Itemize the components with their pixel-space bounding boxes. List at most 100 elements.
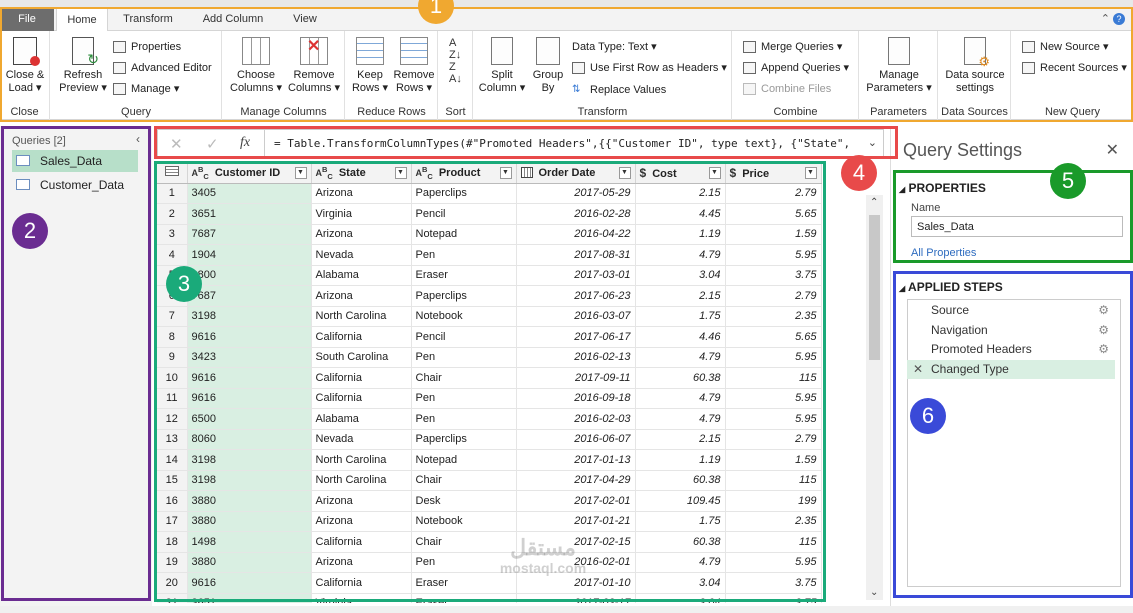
cost-cell[interactable]: 1.19 xyxy=(635,224,726,245)
row-number[interactable]: 9 xyxy=(157,347,188,368)
row-number[interactable]: 18 xyxy=(157,531,188,553)
customer-id-cell[interactable]: 9616 xyxy=(187,326,312,348)
filter-dropdown-icon[interactable]: ▼ xyxy=(708,167,721,179)
order-date-cell[interactable]: 2017-06-23 xyxy=(516,285,636,307)
query-item-customer-data[interactable]: Customer_Data xyxy=(12,174,138,196)
commit-formula-icon[interactable]: ✓ xyxy=(206,135,219,153)
cost-cell[interactable]: 2.15 xyxy=(635,285,726,307)
cost-cell[interactable]: 4.79 xyxy=(635,408,726,430)
customer-id-cell[interactable]: 3880 xyxy=(187,552,312,573)
order-date-cell[interactable]: 2016-04-22 xyxy=(516,224,636,245)
order-date-cell[interactable]: 2016-03-07 xyxy=(516,306,636,327)
order-date-cell[interactable]: 2017-03-17 xyxy=(516,593,636,603)
state-cell[interactable]: North Carolina xyxy=(311,470,412,491)
cost-cell[interactable]: 4.45 xyxy=(635,203,726,225)
state-cell[interactable]: Arizona xyxy=(311,511,412,532)
order-date-cell[interactable]: 2017-01-13 xyxy=(516,449,636,471)
state-cell[interactable]: Arizona xyxy=(311,552,412,573)
state-cell[interactable]: California xyxy=(311,531,412,553)
order-date-cell[interactable]: 2016-09-18 xyxy=(516,388,636,409)
customer-id-cell[interactable]: 7687 xyxy=(187,285,312,307)
new-source-button[interactable]: New Source ▾ xyxy=(1022,39,1109,55)
scroll-down-icon[interactable]: ⌄ xyxy=(870,587,878,598)
state-cell[interactable]: California xyxy=(311,367,412,389)
row-number[interactable]: 20 xyxy=(157,572,188,594)
tab-file[interactable]: File xyxy=(0,8,54,31)
cost-cell[interactable]: 1.75 xyxy=(635,511,726,532)
product-cell[interactable]: Desk xyxy=(411,490,517,512)
cost-cell[interactable]: 3.04 xyxy=(635,593,726,603)
step-changed-type[interactable]: ✕ Changed Type xyxy=(907,360,1115,379)
order-date-cell[interactable]: 2017-02-15 xyxy=(516,531,636,553)
cost-cell[interactable]: 4.79 xyxy=(635,552,726,573)
row-number[interactable]: 13 xyxy=(157,429,188,450)
manage-button[interactable]: Manage ▾ xyxy=(113,81,179,97)
row-number[interactable]: 11 xyxy=(157,388,188,409)
properties-button[interactable]: Properties xyxy=(113,39,181,55)
order-date-cell[interactable]: 2016-02-13 xyxy=(516,347,636,368)
row-number[interactable]: 4 xyxy=(157,244,188,266)
collapse-pane-icon[interactable]: ‹ xyxy=(136,132,140,146)
price-cell[interactable]: 5.95 xyxy=(725,244,822,266)
product-cell[interactable]: Eraser xyxy=(411,593,517,603)
fx-icon[interactable]: fx xyxy=(240,135,250,151)
price-cell[interactable]: 115 xyxy=(725,531,822,553)
cost-cell[interactable]: 4.79 xyxy=(635,347,726,368)
price-cell[interactable]: 2.79 xyxy=(725,285,822,307)
state-cell[interactable]: California xyxy=(311,388,412,409)
customer-id-cell[interactable]: 6500 xyxy=(187,408,312,430)
state-cell[interactable]: Arizona xyxy=(311,224,412,245)
append-queries-button[interactable]: Append Queries ▾ xyxy=(743,60,849,76)
column-header-state[interactable]: ABC State ▼ xyxy=(311,163,412,184)
sort-descending-icon[interactable]: Z A↓ xyxy=(449,61,462,85)
customer-id-cell[interactable]: 9800 xyxy=(187,265,312,286)
order-date-cell[interactable]: 2017-02-01 xyxy=(516,490,636,512)
customer-id-cell[interactable]: 3405 xyxy=(187,183,312,204)
recent-sources-button[interactable]: Recent Sources ▾ xyxy=(1022,60,1127,76)
column-header-product[interactable]: ABC Product ▼ xyxy=(411,163,517,184)
price-cell[interactable]: 1.59 xyxy=(725,224,822,245)
price-cell[interactable]: 2.79 xyxy=(725,183,822,204)
order-date-cell[interactable]: 2016-02-03 xyxy=(516,408,636,430)
price-cell[interactable]: 1.59 xyxy=(725,449,822,471)
order-date-cell[interactable]: 2017-01-10 xyxy=(516,572,636,594)
row-number[interactable]: 21 xyxy=(157,593,188,603)
price-cell[interactable]: 2.79 xyxy=(725,429,822,450)
customer-id-cell[interactable]: 9616 xyxy=(187,572,312,594)
collapse-ribbon-icon[interactable]: ⌃ ? xyxy=(1101,12,1125,25)
step-navigation[interactable]: Navigation ⚙ xyxy=(907,321,1115,340)
cost-cell[interactable]: 1.75 xyxy=(635,306,726,327)
remove-columns-button[interactable]: ✕ Remove Columns ▾ xyxy=(285,37,343,95)
gear-icon[interactable]: ⚙ xyxy=(1098,301,1109,320)
price-cell[interactable]: 5.95 xyxy=(725,552,822,573)
state-cell[interactable]: South Carolina xyxy=(311,347,412,368)
close-load-button[interactable]: Close & Load ▾ xyxy=(3,37,47,95)
state-cell[interactable]: Arizona xyxy=(311,285,412,307)
tab-home[interactable]: Home xyxy=(56,8,108,32)
merge-queries-button[interactable]: Merge Queries ▾ xyxy=(743,39,842,55)
tab-add-column[interactable]: Add Column xyxy=(190,8,276,31)
data-source-settings-button[interactable]: ⚙ Data source settings xyxy=(941,37,1009,95)
customer-id-cell[interactable]: 3651 xyxy=(187,203,312,225)
step-promoted-headers[interactable]: Promoted Headers ⚙ xyxy=(907,340,1115,359)
product-cell[interactable]: Pen xyxy=(411,552,517,573)
tab-view[interactable]: View xyxy=(280,8,330,31)
cost-cell[interactable]: 4.46 xyxy=(635,326,726,348)
filter-dropdown-icon[interactable]: ▼ xyxy=(804,167,817,179)
cost-cell[interactable]: 1.19 xyxy=(635,449,726,471)
cost-cell[interactable]: 3.04 xyxy=(635,572,726,594)
cost-cell[interactable]: 60.38 xyxy=(635,470,726,491)
customer-id-cell[interactable]: 9616 xyxy=(187,367,312,389)
sort-ascending-icon[interactable]: A Z↓ xyxy=(449,37,461,61)
customer-id-cell[interactable]: 9616 xyxy=(187,388,312,409)
order-date-cell[interactable]: 2017-08-31 xyxy=(516,244,636,266)
product-cell[interactable]: Pen xyxy=(411,408,517,430)
customer-id-cell[interactable]: 7687 xyxy=(187,224,312,245)
state-cell[interactable]: Arizona xyxy=(311,183,412,204)
row-number[interactable]: 12 xyxy=(157,408,188,430)
customer-id-cell[interactable]: 3651 xyxy=(187,593,312,603)
price-cell[interactable]: 2.35 xyxy=(725,306,822,327)
formula-input[interactable]: = Table.TransformColumnTypes(#"Promoted … xyxy=(274,137,859,150)
customer-id-cell[interactable]: 3198 xyxy=(187,470,312,491)
properties-section[interactable]: ◢ PROPERTIES xyxy=(899,181,986,195)
